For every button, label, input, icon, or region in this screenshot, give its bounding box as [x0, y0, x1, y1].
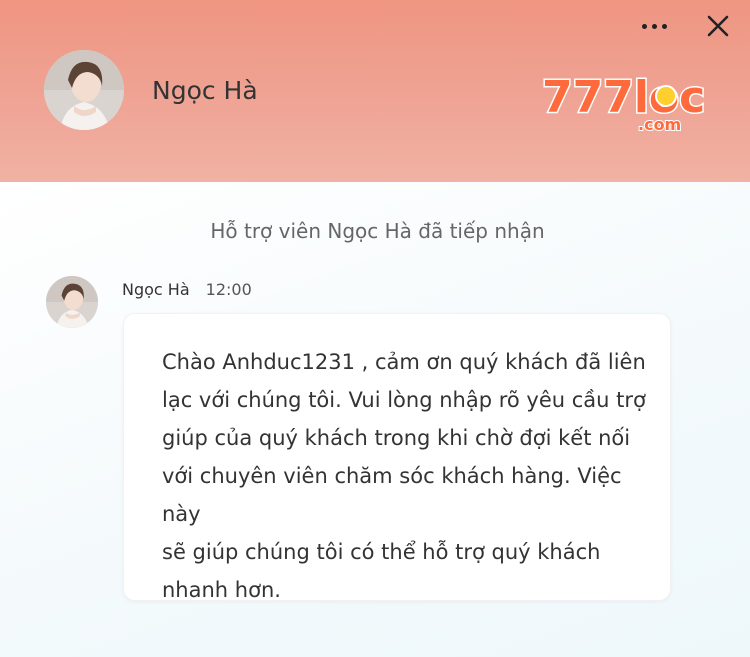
agent-name: Ngọc Hà [152, 76, 258, 105]
chat-header: Ngọc Hà 777loc .com [0, 0, 750, 182]
close-button[interactable] [704, 12, 732, 40]
agent-avatar [44, 50, 124, 130]
message-meta: Ngọc Hà 12:00 [122, 280, 252, 299]
message-avatar [46, 276, 98, 328]
svg-text:.com: .com [638, 115, 681, 134]
message-time: 12:00 [205, 280, 252, 299]
close-icon [707, 15, 729, 37]
more-dot-icon [651, 23, 657, 29]
message-bubble: Chào Anhduc1231 , cảm ơn quý khách đã li… [123, 313, 671, 602]
more-dot-icon [661, 23, 667, 29]
more-options-button[interactable] [636, 12, 672, 40]
message-sender: Ngọc Hà [122, 280, 190, 299]
more-dot-icon [641, 23, 647, 29]
chat-area[interactable]: Hỗ trợ viên Ngọc Hà đã tiếp nhận Ngọc Hà… [0, 182, 750, 657]
brand-logo: 777loc .com [534, 64, 714, 136]
message-text: Chào Anhduc1231 , cảm ơn quý khách đã li… [162, 350, 646, 602]
system-note: Hỗ trợ viên Ngọc Hà đã tiếp nhận [210, 219, 545, 243]
